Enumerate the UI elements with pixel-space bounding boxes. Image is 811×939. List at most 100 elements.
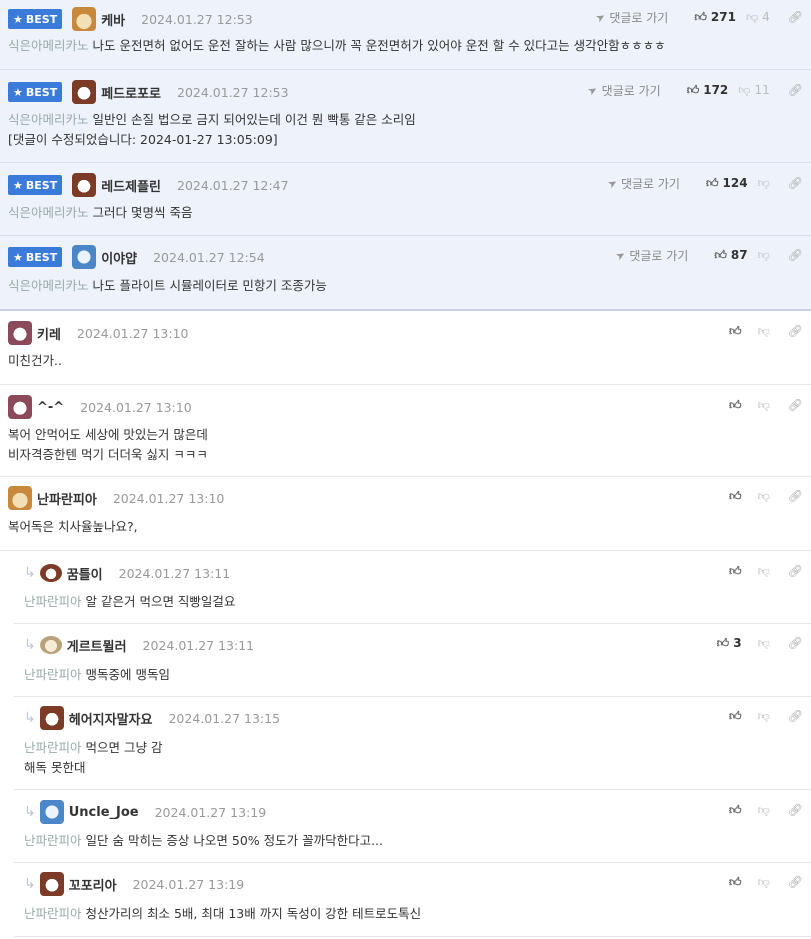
upvote-button[interactable]: 👍︎ 3 — [717, 636, 742, 651]
nickname[interactable]: 레드제플린 — [101, 176, 161, 195]
comment-body: 난파란피아 청산가리의 최소 5배, 최대 13배 까지 독성이 강한 테트로도톡… — [24, 906, 422, 921]
upvote-button[interactable]: 👍︎ 271 — [694, 10, 736, 25]
link-icon[interactable]: 🔗︎ — [788, 803, 803, 817]
avatar[interactable] — [39, 800, 64, 824]
avatar[interactable] — [8, 486, 32, 510]
link-icon[interactable]: 🔗︎ — [788, 875, 803, 889]
upvote-button[interactable]: 👍︎ — [729, 875, 742, 890]
upvote-button[interactable]: 👍︎ 172 — [687, 83, 729, 98]
link-icon[interactable]: 🔗︎ — [788, 248, 803, 262]
avatar[interactable] — [72, 7, 97, 31]
nickname[interactable]: 헤어지자말자요 — [69, 709, 153, 728]
nickname[interactable]: 난파란피아 — [37, 489, 97, 508]
comment-date: 2024.01.27 13:19 — [154, 804, 267, 820]
downvote-button[interactable]: 👎︎ — [758, 248, 770, 263]
reply-arrow-icon: ↳ — [24, 804, 36, 820]
reply-target[interactable]: 식은아메리카노 — [8, 278, 89, 293]
reply-arrow-icon: ↳ — [24, 565, 36, 581]
goto-comment-link[interactable]: ➤ 댓글로 가기 — [613, 247, 688, 264]
thumbs-up-icon: 👍︎ — [705, 175, 719, 190]
nickname[interactable]: 키레 — [37, 324, 61, 343]
nickname[interactable]: 케바 — [101, 10, 125, 29]
downvote-button[interactable]: 👎︎ — [758, 875, 770, 890]
comment-body: 난파란피아 맹독중에 맹독임 — [24, 667, 170, 682]
best-badge: ★ BEST — [8, 9, 63, 29]
reply-comment: ↳ 꿈틀이 2024.01.27 13:11 👍︎ 👎︎ 🔗︎ 난파란피아 알 같… — [14, 551, 811, 624]
downvote-button[interactable]: 👎︎ — [758, 324, 770, 339]
comment-body: 식은아메리카노 나도 플라이트 시뮬레이터로 민항기 조종가능 — [8, 278, 327, 293]
avatar[interactable] — [72, 245, 97, 269]
link-icon[interactable]: 🔗︎ — [788, 324, 803, 338]
nickname[interactable]: ^-^ — [37, 400, 64, 415]
avatar[interactable] — [72, 80, 97, 104]
thumbs-down-icon: 👎︎ — [757, 397, 770, 412]
best-label: BEST — [25, 12, 58, 26]
link-icon[interactable]: 🔗︎ — [788, 564, 803, 578]
link-icon[interactable]: 🔗︎ — [788, 489, 803, 503]
link-icon[interactable]: 🔗︎ — [788, 636, 803, 650]
nickname[interactable]: 꼬포리아 — [69, 875, 117, 894]
thumbs-up-icon: 👍︎ — [729, 323, 742, 338]
nickname[interactable]: 꿈틀이 — [67, 564, 103, 583]
downvote-button[interactable]: 👎︎ — [758, 176, 770, 191]
upvote-button[interactable]: 👍︎ — [729, 709, 742, 724]
upvote-button[interactable]: 👍︎ 87 — [714, 248, 747, 263]
reply-arrow-icon: ↳ — [24, 637, 36, 653]
downvote-button[interactable]: 👎︎ — [758, 636, 770, 651]
downvote-button[interactable]: 👎︎ — [758, 803, 770, 818]
upvote-button[interactable]: 👍︎ — [729, 324, 742, 339]
reply-comment: ↳ Uncle_Joe 2024.01.27 13:19 👍︎ 👎︎ 🔗︎ 난파… — [14, 790, 811, 863]
comment-date: 2024.01.27 13:10 — [112, 490, 225, 506]
reply-target[interactable]: 난파란피아 — [24, 594, 82, 609]
link-icon[interactable]: 🔗︎ — [788, 176, 803, 190]
comment-body: 식은아메리카노 그러다 몇명씩 죽음 — [8, 205, 193, 220]
link-icon[interactable]: 🔗︎ — [788, 709, 803, 723]
downvote-button[interactable]: 👎︎ — [758, 709, 770, 724]
link-icon[interactable]: 🔗︎ — [788, 83, 803, 97]
avatar[interactable] — [39, 636, 62, 654]
nickname[interactable]: 페드로포로 — [101, 83, 161, 102]
best-comment: ★ BEST 레드제플린 2024.01.27 12:47 ➤ 댓글로 가기 👍︎ 1… — [0, 163, 811, 236]
avatar[interactable] — [72, 173, 97, 197]
link-icon[interactable]: 🔗︎ — [788, 10, 803, 24]
comment-body: 복어 안먹어도 세상에 맛있는거 많은데 비자격증한텐 먹기 더더욱 싫지 ㅋㅋ… — [8, 427, 208, 462]
downvote-button[interactable]: 👎︎ — [758, 398, 770, 413]
upvote-button[interactable]: 👍︎ — [729, 803, 742, 818]
reply-target[interactable]: 난파란피아 — [24, 906, 82, 921]
reply-target[interactable]: 난파란피아 — [24, 667, 82, 682]
reply-comment: ↳ 헤어지자말자요 2024.01.27 13:15 👍︎ 👎︎ 🔗︎ 난파란피… — [14, 697, 811, 790]
reply-target[interactable]: 난파란피아 — [24, 833, 82, 848]
nickname[interactable]: Uncle_Joe — [69, 805, 139, 820]
goto-comment-link[interactable]: ➤ 댓글로 가기 — [605, 175, 680, 192]
best-label: BEST — [25, 85, 58, 99]
comment: 난파란피아 2024.01.27 13:10 👍︎ 👎︎ 🔗︎ 복어독은 치사율… — [0, 477, 811, 551]
avatar[interactable] — [39, 706, 64, 730]
reply-target[interactable]: 식은아메리카노 — [8, 38, 89, 53]
avatar[interactable] — [39, 872, 64, 896]
comment-date: 2024.01.27 12:47 — [177, 177, 289, 193]
downvote-button[interactable]: 👎︎ 4 — [746, 10, 770, 25]
upvote-button[interactable]: 👍︎ — [729, 398, 742, 413]
downvote-button[interactable]: 👎︎ 11 — [738, 83, 769, 98]
upvote-button[interactable]: 👍︎ 124 — [706, 176, 748, 191]
downvote-button[interactable]: 👎︎ — [758, 489, 770, 504]
thumbs-down-icon: 👎︎ — [745, 9, 759, 24]
downvote-button[interactable]: 👎︎ — [758, 564, 770, 579]
goto-comment-link[interactable]: ➤ 댓글로 가기 — [585, 82, 661, 99]
reply-target[interactable]: 식은아메리카노 — [8, 205, 89, 220]
comment-body: 식은아메리카노 일반인 손질 법으로 금지 되어있는데 이건 뭔 빡통 같은 소리… — [8, 110, 416, 150]
thumbs-up-icon: 👍︎ — [729, 874, 742, 889]
avatar[interactable] — [39, 564, 62, 582]
goto-comment-link[interactable]: ➤ 댓글로 가기 — [593, 9, 668, 26]
avatar[interactable] — [8, 321, 32, 345]
comment-body: 난파란피아 알 같은거 먹으면 직빵일걸요 — [24, 594, 236, 609]
link-icon[interactable]: 🔗︎ — [788, 398, 803, 412]
nickname[interactable]: 이야얍 — [101, 248, 137, 267]
upvote-button[interactable]: 👍︎ — [729, 489, 742, 504]
send-arrow-icon: ➤ — [585, 82, 601, 98]
reply-target[interactable]: 난파란피아 — [24, 740, 82, 755]
reply-target[interactable]: 식은아메리카노 — [8, 112, 89, 127]
avatar[interactable] — [8, 395, 32, 419]
nickname[interactable]: 게르트뮐러 — [67, 636, 127, 655]
upvote-button[interactable]: 👍︎ — [729, 564, 742, 579]
